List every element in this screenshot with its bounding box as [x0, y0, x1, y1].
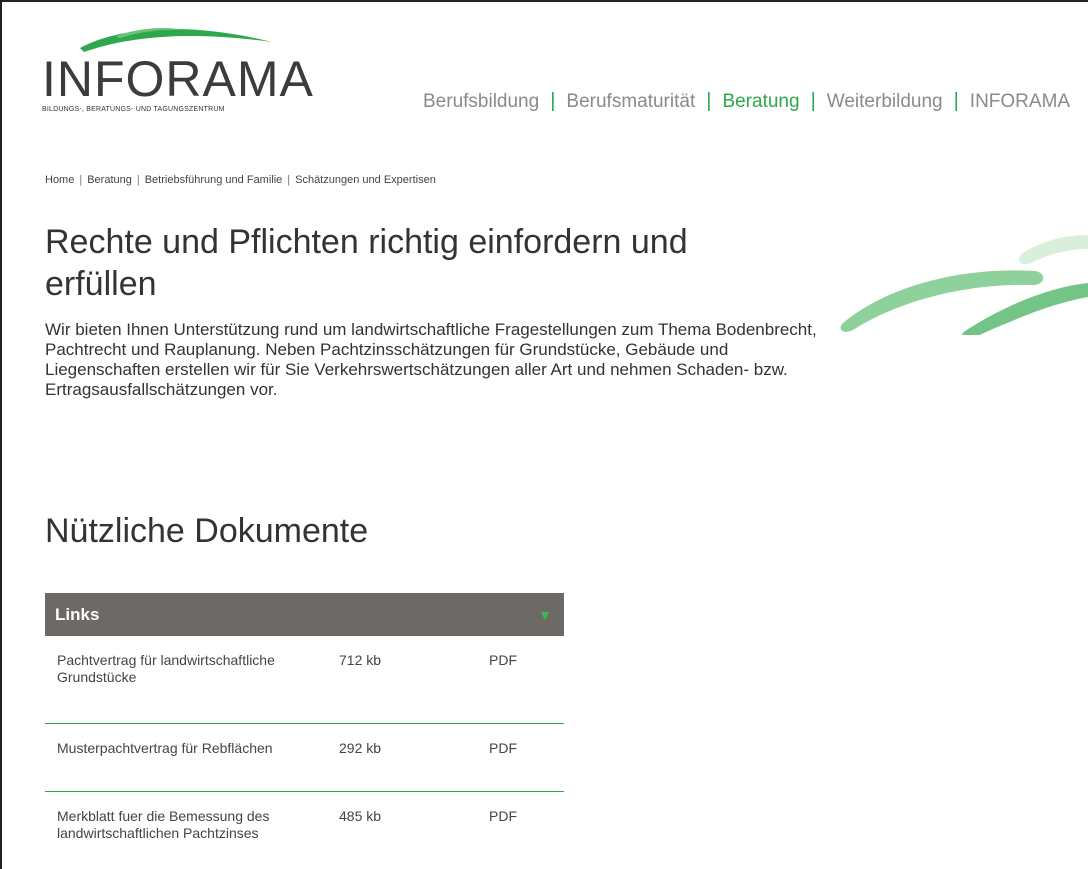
document-name[interactable]: Merkblatt fuer die Bemessung des landwir… — [57, 808, 339, 842]
window-border-left — [0, 0, 2, 869]
nav-separator: | — [953, 90, 959, 112]
breadcrumb-beratung[interactable]: Beratung — [87, 174, 132, 186]
page-title: Rechte und Pflichten richtig einfordern … — [45, 223, 688, 303]
site-logo[interactable]: INFORAMA BILDUNGS-, BERATUNGS- UND TAGUN… — [42, 22, 313, 117]
nav-item-weiterbildung[interactable]: Weiterbildung — [827, 91, 943, 113]
main-navigation: Berufsbildung | Berufsmaturität | Beratu… — [423, 90, 1070, 113]
document-type: PDF — [489, 652, 517, 668]
nav-separator: | — [550, 90, 556, 112]
document-row[interactable]: Pachtvertrag für landwirtschaftliche Gru… — [45, 636, 564, 723]
nav-separator: | — [706, 90, 712, 112]
document-name[interactable]: Pachtvertrag für landwirtschaftliche Gru… — [57, 652, 339, 686]
document-size: 485 kb — [339, 808, 382, 824]
nav-separator: | — [810, 90, 816, 112]
decorative-swoosh-graphic — [840, 235, 1088, 335]
document-type: PDF — [489, 808, 517, 824]
nav-item-inforama[interactable]: INFORAMA — [970, 91, 1070, 113]
breadcrumb: Home | Beratung | Betriebsführung und Famili… — [45, 174, 436, 186]
links-accordion: Links ▼ Pachtvertrag für landwirtschaftl… — [45, 593, 564, 862]
breadcrumb-home[interactable]: Home — [45, 174, 74, 186]
document-row[interactable]: Merkblatt fuer die Bemessung des landwir… — [45, 792, 564, 862]
document-size: 292 kb — [339, 740, 382, 756]
document-row[interactable]: Musterpachtvertrag für Rebflächen 292 kb… — [45, 724, 564, 791]
intro-paragraph: Wir bieten Ihnen Unterstützung rund um l… — [45, 320, 817, 399]
breadcrumb-betriebsfuehrung[interactable]: Betriebsführung und Familie — [145, 174, 283, 186]
document-name[interactable]: Musterpachtvertrag für Rebflächen — [57, 740, 339, 757]
nav-item-berufsbildung[interactable]: Berufsbildung — [423, 91, 539, 113]
document-size: 712 kb — [339, 652, 382, 668]
breadcrumb-schaetzungen[interactable]: Schätzungen und Expertisen — [295, 174, 436, 186]
nav-item-beratung[interactable]: Beratung — [722, 91, 799, 113]
links-header-label: Links — [55, 604, 100, 624]
window-border-top — [0, 0, 1088, 2]
logo-tagline: BILDUNGS-, BERATUNGS- UND TAGUNGSZENTRUM — [42, 106, 225, 113]
document-type: PDF — [489, 740, 517, 756]
documents-heading: Nützliche Dokumente — [45, 512, 369, 550]
links-accordion-header[interactable]: Links ▼ — [45, 593, 564, 636]
triangle-down-icon[interactable]: ▼ — [538, 607, 552, 623]
nav-item-berufsmaturitaet[interactable]: Berufsmaturität — [566, 91, 695, 113]
logo-wordmark: INFORAMA — [42, 51, 314, 107]
